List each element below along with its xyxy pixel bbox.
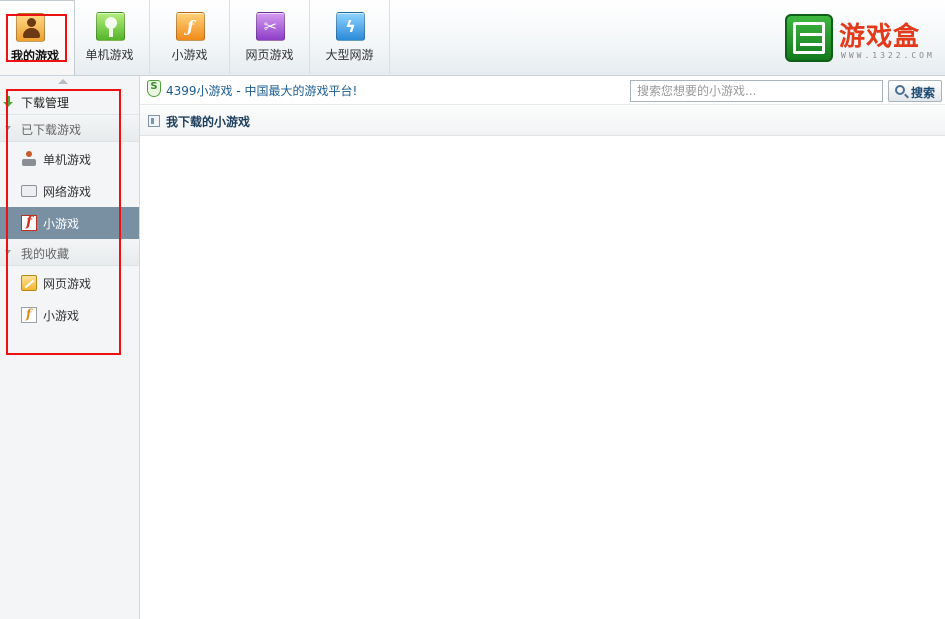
lightbulb-icon <box>96 12 125 41</box>
sidebar-item-fav-mini-games[interactable]: 小游戏 <box>0 299 139 331</box>
search-button-label: 搜索 <box>911 86 936 100</box>
search-input[interactable] <box>630 80 883 102</box>
tools-icon: ✂ <box>256 12 285 41</box>
sidebar-item-label: 单机游戏 <box>43 153 92 167</box>
tab-single-games[interactable]: 单机游戏 <box>70 0 150 74</box>
tab-label: 我的游戏 <box>10 49 59 63</box>
download-icon <box>2 96 14 108</box>
info-bar: S 4399小游戏 - 中国最大的游戏平台! 搜索 <box>140 76 945 105</box>
keyboard-icon <box>21 185 37 197</box>
download-manager-label: 下载管理 <box>21 96 70 110</box>
section-header: 我下载的小游戏 <box>140 106 945 136</box>
sidebar-item-online-games[interactable]: 网络游戏 <box>0 175 139 207</box>
group-label: 已下载游戏 <box>21 123 82 137</box>
game-list-area <box>140 137 945 619</box>
group-favorites[interactable]: 我的收藏 <box>0 240 139 266</box>
sidebar-item-label: 小游戏 <box>43 309 80 323</box>
main-content: S 4399小游戏 - 中国最大的游戏平台! 搜索 我下载的小游戏 <box>140 76 945 619</box>
collapse-arrow-icon <box>5 126 11 130</box>
slogan-text: - 中国最大的游戏平台! <box>232 84 358 98</box>
collapse-arrow-icon <box>5 250 11 254</box>
list-icon <box>148 115 160 127</box>
sidebar-item-single-games[interactable]: 单机游戏 <box>0 143 139 175</box>
flash-doc-icon <box>21 307 37 323</box>
slogan: 4399小游戏 - 中国最大的游戏平台! <box>166 82 357 99</box>
group-label: 我的收藏 <box>21 247 70 261</box>
user-icon <box>16 13 45 42</box>
sidebar-item-label: 小游戏 <box>43 217 80 231</box>
tab-label: 单机游戏 <box>85 48 134 62</box>
app-logo: 游戏盒 WWW.1322.COM <box>785 14 937 64</box>
section-title: 我下载的小游戏 <box>166 115 251 129</box>
logo-text: 游戏盒 <box>839 22 921 52</box>
logo-subtext: WWW.1322.COM <box>841 51 935 60</box>
brand-link[interactable]: 4399小游戏 <box>166 84 233 98</box>
tab-mmo-games[interactable]: ϟ 大型网游 <box>310 0 390 74</box>
shield-icon: S <box>147 80 161 97</box>
sidebar: 下载管理 已下载游戏 单机游戏 网络游戏 小游戏 我的收藏 网页游戏 小游戏 <box>0 76 140 619</box>
logo-mark <box>785 14 833 62</box>
sidebar-item-label: 网络游戏 <box>43 185 92 199</box>
group-downloaded[interactable]: 已下载游戏 <box>0 116 139 142</box>
tab-web-games[interactable]: ✂ 网页游戏 <box>230 0 310 74</box>
tab-label: 大型网游 <box>325 48 374 62</box>
search-icon <box>895 85 905 95</box>
sidebar-item-fav-web-games[interactable]: 网页游戏 <box>0 267 139 299</box>
sidebar-item-label: 网页游戏 <box>43 277 92 291</box>
scroll-up-arrow[interactable] <box>58 79 68 84</box>
tab-label: 小游戏 <box>171 48 208 62</box>
lightning-icon: ϟ <box>336 12 365 41</box>
search-button[interactable]: 搜索 <box>888 80 942 102</box>
top-toolbar: 我的游戏 单机游戏 ƒ 小游戏 ✂ 网页游戏 ϟ 大型网游 游戏盒 WWW.13… <box>0 0 945 76</box>
flash-icon: ƒ <box>176 12 205 41</box>
tab-mini-games[interactable]: ƒ 小游戏 <box>150 0 230 74</box>
joystick-icon <box>21 151 37 167</box>
tab-my-games[interactable]: 我的游戏 <box>0 0 75 75</box>
sidebar-item-mini-games[interactable]: 小游戏 <box>0 207 139 239</box>
download-manager-header[interactable]: 下载管理 <box>0 90 139 115</box>
flash-icon <box>21 214 37 231</box>
tab-label: 网页游戏 <box>245 48 294 62</box>
web-game-icon <box>21 275 37 291</box>
